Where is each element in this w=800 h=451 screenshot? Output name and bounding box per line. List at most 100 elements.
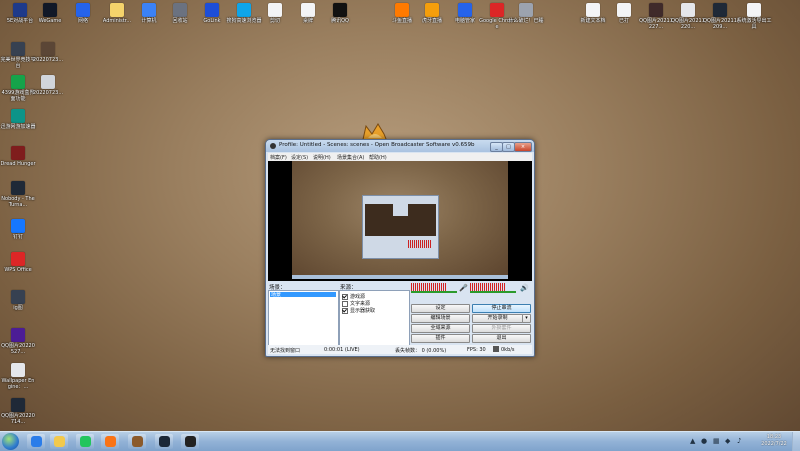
desktop-shortcut[interactable]: 20220723... bbox=[30, 42, 66, 63]
menu-scene-collection[interactable]: 场景集合(A) bbox=[337, 154, 364, 161]
desktop-shortcut-label: 剪切 bbox=[269, 18, 280, 24]
image-icon bbox=[11, 290, 25, 304]
desktop-shortcut[interactable]: 网络 bbox=[65, 3, 101, 24]
global-sources-button[interactable]: 全域来源 bbox=[411, 324, 470, 333]
preview-nested-obs-window bbox=[362, 195, 439, 259]
desktop-shortcut-label: 腾讯QQ bbox=[331, 18, 349, 24]
steam-icon[interactable] bbox=[155, 434, 173, 449]
plugins-button[interactable]: 插件 bbox=[411, 334, 470, 343]
desktop-shortcut[interactable]: Dread Hunger bbox=[0, 146, 36, 167]
desktop-shortcut-label: 20220723... bbox=[32, 90, 64, 96]
desktop-shortcut-label: ig图 bbox=[13, 305, 23, 311]
xunyou-icon bbox=[11, 109, 25, 123]
image-icon bbox=[11, 328, 25, 342]
user-folder-icon bbox=[110, 3, 124, 17]
desktop-shortcut[interactable]: ig图 bbox=[0, 290, 36, 311]
status-fps: FPS: 30 bbox=[467, 347, 486, 353]
stop-stream-button[interactable]: 停止串流 bbox=[472, 304, 531, 313]
source-checkbox[interactable] bbox=[342, 307, 348, 314]
tray-volume-icon[interactable]: ♪ bbox=[737, 437, 741, 445]
desktop-shortcut[interactable]: 剪切 bbox=[257, 3, 293, 24]
tray-app-icon[interactable]: ● bbox=[701, 437, 707, 445]
desktop-shortcut-label: GoLink bbox=[203, 18, 221, 24]
desktop-shortcut[interactable]: GoLink bbox=[194, 3, 230, 24]
desktop-shortcut-label: 什么破烂！已睡 bbox=[508, 18, 544, 24]
desktop-shortcut[interactable]: 回收站 bbox=[162, 3, 198, 24]
status-dropped-frames: 丢失帧数： 0 (0.00%) bbox=[395, 348, 447, 354]
desktop-shortcut-label: 钉钉 bbox=[12, 234, 23, 240]
desktop-shortcut[interactable]: 迅游网游加速器 bbox=[0, 109, 36, 130]
wechat-icon[interactable] bbox=[76, 434, 94, 449]
menu-settings[interactable]: 设定(S) bbox=[291, 154, 308, 161]
tray-security-icon[interactable]: ◆ bbox=[725, 437, 730, 445]
desktop-shortcut[interactable]: 系统激活导出工具 bbox=[736, 3, 772, 30]
stream-preview bbox=[268, 161, 532, 281]
desktop-shortcut[interactable]: Administr... bbox=[99, 3, 135, 24]
desktop-shortcut[interactable]: 什么破烂！已睡 bbox=[508, 3, 544, 24]
settings-button[interactable]: 设定 bbox=[411, 304, 470, 313]
text-file-icon bbox=[586, 3, 600, 17]
desktop-shortcut[interactable]: QQ图片20211220... bbox=[670, 3, 706, 30]
start-record-button[interactable]: 开始录制 bbox=[472, 314, 523, 323]
sources-list[interactable]: 游戏源 文字来源 显示器获取 bbox=[339, 290, 410, 346]
document-icon bbox=[268, 3, 282, 17]
show-desktop-button[interactable] bbox=[792, 432, 800, 451]
desktop-shortcut[interactable]: 桌牌 bbox=[290, 3, 326, 24]
desktop-shortcut[interactable]: 已打 bbox=[606, 3, 642, 24]
source-checkbox[interactable] bbox=[342, 293, 348, 300]
obs-titlebar[interactable]: Profile: Untitled - Scenes: scenes - Ope… bbox=[266, 140, 534, 152]
desktop-shortcut[interactable]: WPS Office bbox=[0, 252, 36, 273]
desktop-shortcut-label: 系统激活导出工具 bbox=[736, 18, 772, 30]
game-icon[interactable] bbox=[128, 434, 146, 449]
source-item-game[interactable]: 游戏源 bbox=[342, 293, 365, 300]
desktop-shortcut[interactable]: 钉钉 bbox=[0, 219, 36, 240]
desktop-shortcut[interactable]: 20220723... bbox=[30, 75, 66, 96]
exit-button[interactable]: 退出 bbox=[472, 334, 531, 343]
desktop-shortcut-label: 20220723... bbox=[32, 57, 64, 63]
4399-icon bbox=[11, 75, 25, 89]
speaker-icon[interactable]: 🔊 bbox=[520, 284, 529, 292]
preview-desktop-capture bbox=[292, 161, 508, 279]
source-item-text[interactable]: 文字来源 bbox=[342, 300, 370, 307]
scenes-list[interactable]: 场景 bbox=[268, 290, 339, 346]
desktop-shortcut[interactable]: QQ图片20220714... bbox=[0, 398, 36, 425]
microphone-icon[interactable]: 🎤 bbox=[459, 284, 468, 292]
record-dropdown-button[interactable]: ▾ bbox=[522, 314, 531, 323]
nobody-icon bbox=[11, 181, 25, 195]
tray-network-icon[interactable]: ▦ bbox=[713, 437, 720, 445]
desktop-shortcut[interactable]: Wallpaper Engine：... bbox=[0, 363, 36, 390]
douyu-icon bbox=[395, 3, 409, 17]
close-button[interactable]: × bbox=[514, 142, 532, 152]
source-item-monitor[interactable]: 显示器获取 bbox=[342, 307, 375, 314]
qq-browser-icon[interactable] bbox=[50, 434, 68, 449]
menu-help[interactable]: 帮助(H) bbox=[369, 154, 387, 161]
obs-icon[interactable] bbox=[181, 434, 199, 449]
desktop-shortcut[interactable]: QQ图片20211209... bbox=[702, 3, 738, 30]
taskbar-clock[interactable]: 18:23 2022/7/22 bbox=[760, 434, 788, 448]
dingtalk-icon bbox=[11, 219, 25, 233]
obs-status-bar: 无法找到窗口 0:00:01 (LIVE) 丢失帧数： 0 (0.00%) FP… bbox=[268, 345, 532, 354]
start-button[interactable] bbox=[2, 433, 19, 450]
desktop-shortcut[interactable]: QQ图片20220527... bbox=[0, 328, 36, 355]
scene-item-selected[interactable]: 场景 bbox=[270, 292, 336, 298]
source-checkbox[interactable] bbox=[342, 300, 348, 307]
menu-file[interactable]: 档案(F) bbox=[270, 154, 287, 161]
desktop-shortcut[interactable]: 电脑管家 bbox=[447, 3, 483, 24]
perfect-world-icon bbox=[11, 42, 25, 56]
desktop-shortcut[interactable]: 虎牙直播 bbox=[414, 3, 450, 24]
menu-help-desc[interactable]: 说明(H) bbox=[313, 154, 331, 161]
edit-scene-button[interactable]: 编辑场景 bbox=[411, 314, 470, 323]
mic-volume-meter bbox=[470, 283, 516, 293]
ie-icon[interactable] bbox=[27, 434, 45, 449]
desktop-shortcut[interactable]: 腾讯QQ bbox=[322, 3, 358, 24]
app-icon[interactable] bbox=[101, 434, 119, 449]
desktop-shortcut-label: 迅游网游加速器 bbox=[0, 124, 36, 130]
pc-manager-icon bbox=[458, 3, 472, 17]
desktop-shortcut-label: 电脑管家 bbox=[454, 18, 475, 24]
status-window: 无法找到窗口 bbox=[270, 348, 301, 354]
tray-expand-icon[interactable]: ▲ bbox=[690, 437, 695, 445]
desktop-shortcut[interactable]: Nobody - The Turna... bbox=[0, 181, 36, 208]
desktop-shortcut[interactable]: WeGame bbox=[32, 3, 68, 24]
desktop-shortcut[interactable]: QQ图片20211227... bbox=[638, 3, 674, 30]
image-icon bbox=[11, 398, 25, 412]
